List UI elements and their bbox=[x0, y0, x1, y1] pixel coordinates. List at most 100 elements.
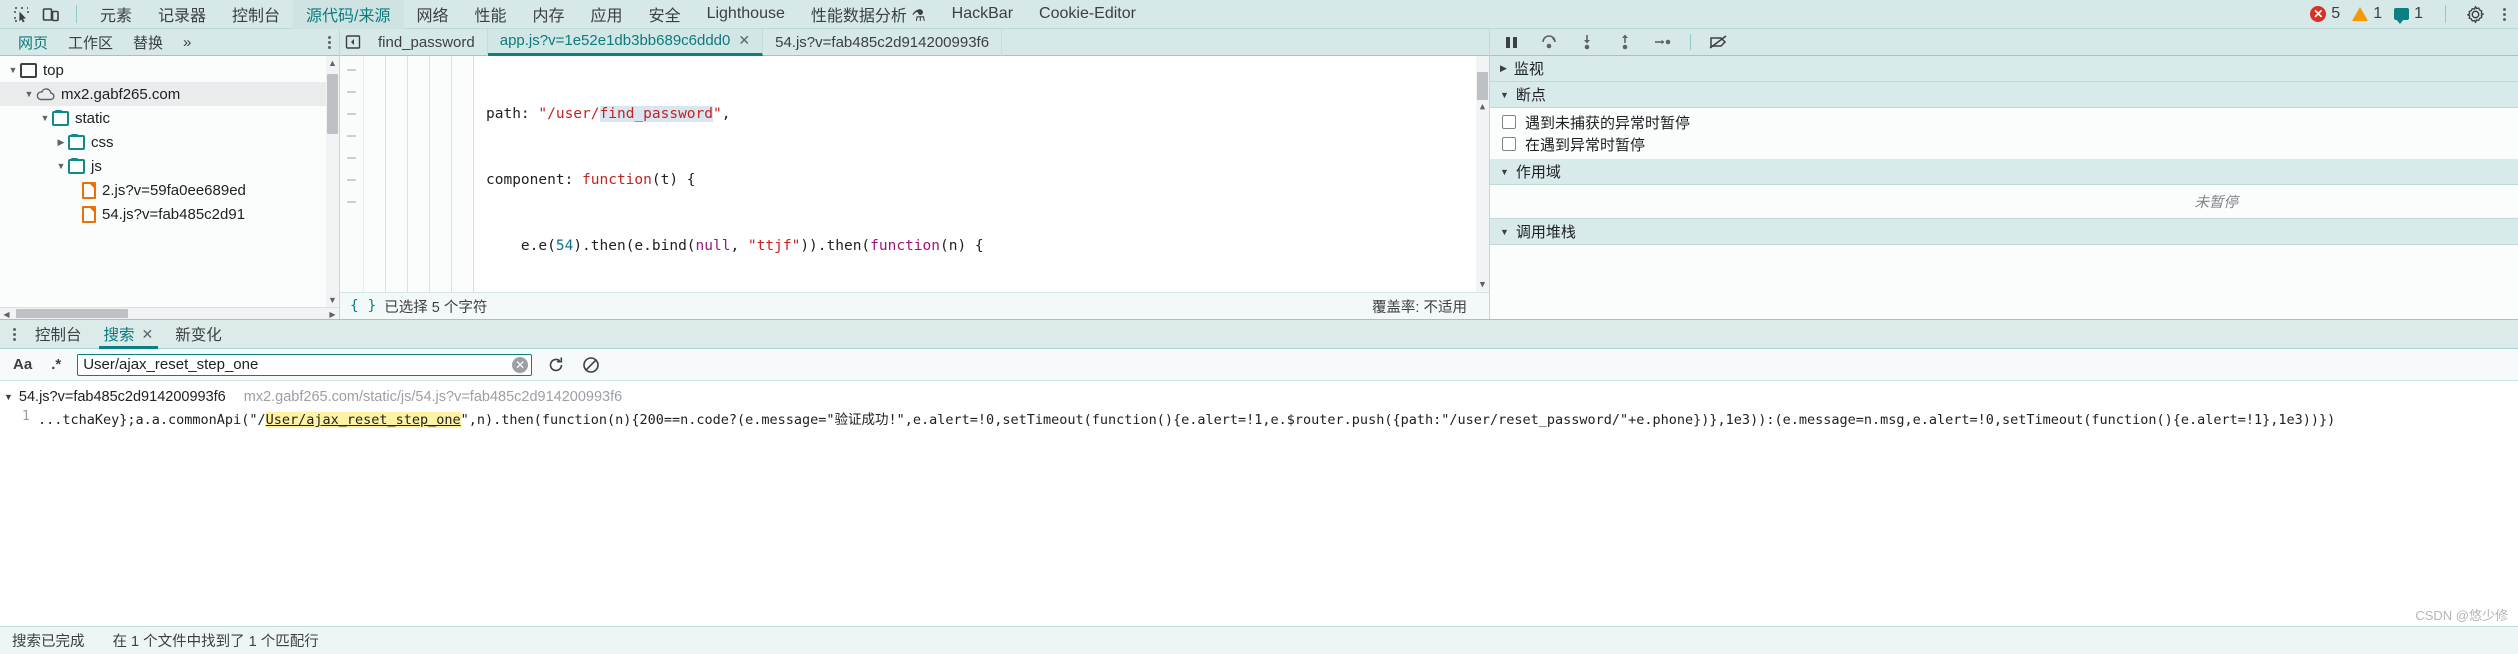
step-over-button[interactable] bbox=[1538, 31, 1560, 53]
message-badge[interactable]: 1 bbox=[2394, 5, 2423, 24]
line-prefix: ...tchaKey};a.a.commonApi("/ bbox=[38, 412, 266, 428]
chevron-down-icon[interactable]: ▼ bbox=[1500, 167, 1509, 177]
tree-item-js[interactable]: ▼ js bbox=[0, 154, 339, 178]
scroll-up-icon[interactable]: ▲ bbox=[1476, 100, 1489, 114]
step-out-button[interactable] bbox=[1614, 31, 1636, 53]
close-icon[interactable]: ✕ bbox=[738, 32, 750, 49]
navigator-vertical-scrollbar[interactable]: ▲ ▼ bbox=[326, 56, 339, 307]
drawer-more-icon[interactable] bbox=[4, 323, 24, 345]
main-tab-application[interactable]: 应用 bbox=[578, 0, 636, 29]
pretty-print-braces-icon[interactable]: { } bbox=[350, 298, 376, 314]
debugger-section-breakpoints[interactable]: ▼ 断点 bbox=[1490, 82, 2518, 108]
navigator-tab-page[interactable]: 网页 bbox=[8, 29, 58, 56]
drawer-tabbar: 控制台 搜索 ✕ 新变化 bbox=[0, 320, 2518, 349]
code-editor[interactable]: – – – – – – – path: "/user/find_password… bbox=[340, 56, 1489, 292]
tree-item-file-2js[interactable]: 2.js?v=59fa0ee689ed bbox=[0, 178, 339, 202]
debugger-section-scope[interactable]: ▼ 作用域 bbox=[1490, 159, 2518, 185]
editor-tab-find-password[interactable]: find_password bbox=[366, 28, 488, 56]
code-content[interactable]: path: "/user/find_password", component: … bbox=[474, 56, 1489, 292]
kebab-menu-icon[interactable] bbox=[2494, 3, 2514, 25]
device-toolbar-icon[interactable] bbox=[36, 1, 66, 27]
main-tab-recorder[interactable]: 记录器 bbox=[145, 0, 219, 29]
deactivate-breakpoints-button[interactable] bbox=[1707, 31, 1729, 53]
drawer-tab-changes[interactable]: 新变化 bbox=[164, 320, 233, 349]
cancel-icon[interactable] bbox=[580, 354, 602, 376]
main-tab-label: 记录器 bbox=[158, 7, 207, 25]
editor-tab-app-js[interactable]: app.js?v=1e52e1db3bb689c6ddd0 ✕ bbox=[487, 28, 764, 56]
scrollbar-thumb[interactable] bbox=[327, 74, 338, 134]
chevron-down-icon[interactable]: ▼ bbox=[22, 89, 36, 99]
main-tab-lighthouse[interactable]: Lighthouse bbox=[694, 0, 798, 29]
search-input[interactable] bbox=[77, 353, 533, 376]
main-tab-console[interactable]: 控制台 bbox=[219, 0, 293, 29]
gutter-mark: – bbox=[347, 106, 356, 122]
chevron-down-icon[interactable]: ▼ bbox=[38, 113, 52, 123]
chevron-down-icon[interactable]: ▼ bbox=[1500, 90, 1509, 100]
main-tab-elements[interactable]: 元素 bbox=[87, 0, 145, 29]
editor-tab-54-js[interactable]: 54.js?v=fab485c2d914200993f6 bbox=[763, 28, 1003, 56]
drawer-tab-search[interactable]: 搜索 ✕ bbox=[93, 320, 165, 349]
main-tab-memory[interactable]: 内存 bbox=[520, 0, 578, 29]
step-into-button[interactable] bbox=[1576, 31, 1598, 53]
tree-item-file-54js[interactable]: 54.js?v=fab485c2d91 bbox=[0, 202, 339, 226]
pause-resume-button[interactable] bbox=[1500, 31, 1522, 53]
close-icon[interactable]: ✕ bbox=[142, 326, 154, 343]
drawer-tab-console[interactable]: 控制台 bbox=[24, 320, 93, 349]
search-result-file-row[interactable]: ▼ 54.js?v=fab485c2d914200993f6 mx2.gabf2… bbox=[0, 386, 2518, 408]
chevron-down-icon[interactable]: ▼ bbox=[4, 392, 13, 402]
chevron-down-icon[interactable]: ▼ bbox=[1500, 227, 1509, 237]
main-tab-network[interactable]: 网络 bbox=[404, 0, 462, 29]
gutter-mark: – bbox=[347, 194, 356, 210]
editor-vertical-scrollbar[interactable]: ▲ ▼ bbox=[1476, 56, 1489, 292]
main-tab-label: Cookie-Editor bbox=[1039, 4, 1136, 22]
scroll-up-icon[interactable]: ▲ bbox=[326, 56, 339, 70]
scope-empty-state: 未暂停 bbox=[1490, 185, 2518, 219]
panel-collapse-icon[interactable] bbox=[340, 29, 366, 56]
match-case-toggle[interactable]: Aa bbox=[10, 356, 35, 373]
scrollbar-thumb-h[interactable] bbox=[16, 309, 128, 318]
warning-badge[interactable]: 1 bbox=[2352, 5, 2382, 23]
scrollbar-thumb[interactable] bbox=[1477, 72, 1488, 100]
debugger-section-call-stack[interactable]: ▼ 调用堆栈 bbox=[1490, 219, 2518, 245]
debugger-section-watch[interactable]: ▶ 监视 bbox=[1490, 56, 2518, 82]
main-tab-performance-insights[interactable]: 性能数据分析 ⚗ bbox=[798, 0, 939, 29]
tree-item-domain[interactable]: ▼ mx2.gabf265.com bbox=[0, 82, 339, 106]
tree-item-static[interactable]: ▼ static bbox=[0, 106, 339, 130]
regex-toggle[interactable]: .* bbox=[48, 356, 64, 373]
tree-item-top[interactable]: ▼ top bbox=[0, 58, 339, 82]
refresh-icon[interactable] bbox=[545, 354, 567, 376]
toolbar-divider bbox=[76, 5, 77, 23]
navigator-tab-overflow-icon[interactable]: » bbox=[173, 31, 201, 54]
main-tab-sources[interactable]: 源代码/来源 bbox=[293, 0, 404, 29]
breakpoint-row[interactable]: 在遇到异常时暂停 bbox=[1490, 133, 2518, 155]
main-tab-security[interactable]: 安全 bbox=[636, 0, 694, 29]
navigator-tab-overrides[interactable]: 替换 bbox=[123, 29, 173, 56]
chevron-right-icon[interactable]: ▶ bbox=[1500, 63, 1507, 74]
breakpoint-row[interactable]: 遇到未捕获的异常时暂停 bbox=[1490, 111, 2518, 133]
pause-caught-exceptions-checkbox[interactable] bbox=[1502, 137, 1516, 151]
folder-icon bbox=[68, 157, 85, 174]
navigator-horizontal-scrollbar[interactable]: ◀ ▶ bbox=[0, 307, 339, 319]
tree-item-label: js bbox=[91, 157, 102, 175]
main-tab-hackbar[interactable]: HackBar bbox=[939, 0, 1026, 29]
error-badge[interactable]: ✕ 5 bbox=[2310, 5, 2340, 23]
main-tab-performance[interactable]: 性能 bbox=[462, 0, 520, 29]
chevron-right-icon[interactable]: ▶ bbox=[54, 137, 68, 148]
chevron-down-icon[interactable]: ▼ bbox=[6, 65, 20, 75]
navigator-tab-workspace[interactable]: 工作区 bbox=[58, 29, 123, 56]
scroll-down-icon[interactable]: ▼ bbox=[1476, 278, 1489, 292]
inspect-element-icon[interactable] bbox=[6, 1, 36, 27]
tree-item-label: 2.js?v=59fa0ee689ed bbox=[102, 181, 246, 199]
scroll-down-icon[interactable]: ▼ bbox=[326, 293, 339, 307]
tree-item-css[interactable]: ▶ css bbox=[0, 130, 339, 154]
navigator-more-icon[interactable] bbox=[319, 31, 339, 53]
search-result-line[interactable]: 1 ...tchaKey};a.a.commonApi("/User/ajax_… bbox=[0, 408, 2518, 430]
fold-column bbox=[452, 56, 474, 292]
step-button[interactable] bbox=[1652, 31, 1674, 53]
main-tab-cookie-editor[interactable]: Cookie-Editor bbox=[1026, 0, 1149, 29]
clear-input-icon[interactable]: ✕ bbox=[512, 356, 529, 373]
chevron-down-icon[interactable]: ▼ bbox=[54, 161, 68, 171]
main-tab-label: 内存 bbox=[532, 7, 565, 25]
pause-uncaught-exceptions-checkbox[interactable] bbox=[1502, 115, 1516, 129]
gear-icon[interactable] bbox=[2460, 1, 2490, 27]
